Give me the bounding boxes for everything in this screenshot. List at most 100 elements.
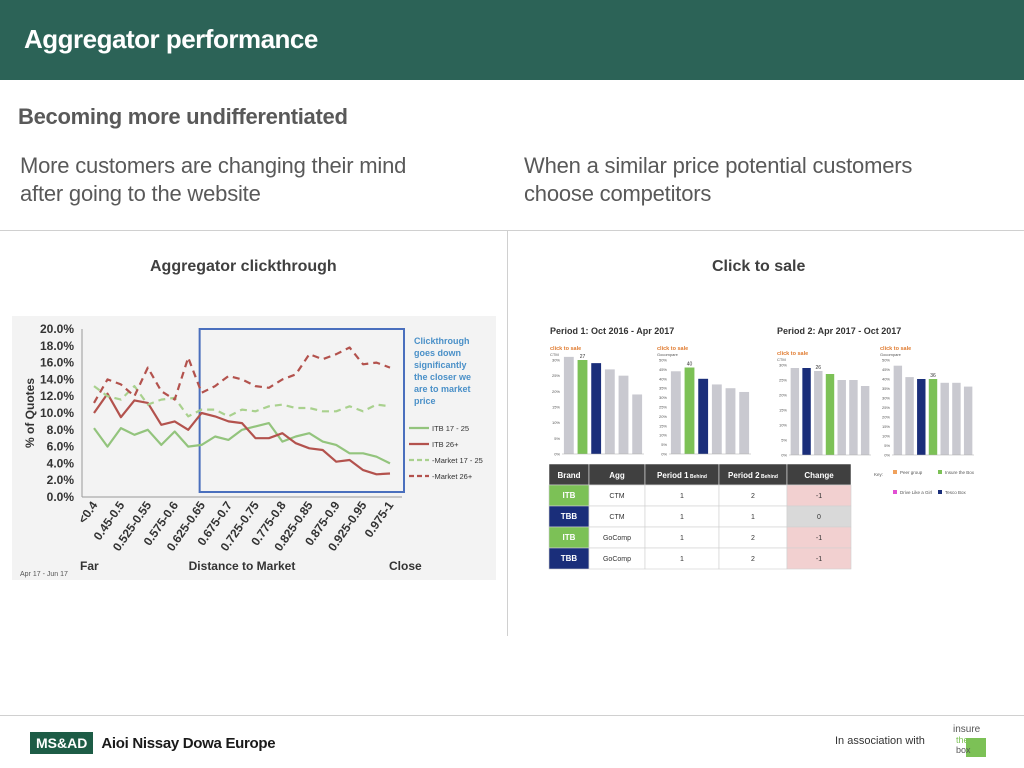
annotation-line: price xyxy=(414,396,436,406)
y-tick-label: 10.0% xyxy=(40,406,74,420)
table-row: ITB GoComp 1 2 -1 xyxy=(548,526,852,549)
mini-bar xyxy=(849,380,858,455)
logo-word: box xyxy=(956,745,971,755)
y-tick-label: 14.0% xyxy=(40,372,74,386)
legend-label: Peer group xyxy=(900,470,923,475)
mini-y-tick: 10% xyxy=(659,433,667,438)
header-suffix: Behind xyxy=(760,474,778,480)
legend-label: Tesco Box xyxy=(945,490,967,495)
mini-y-tick: 20% xyxy=(779,393,787,398)
table-cell-text: 2 xyxy=(751,556,755,563)
mini-y-tick: 10% xyxy=(552,420,560,425)
mini-chart-sub: Gocompare xyxy=(880,352,902,357)
mini-y-tick: 5% xyxy=(781,438,787,443)
legend-swatch xyxy=(938,490,942,494)
table-cell-text: ITB xyxy=(563,533,576,542)
mini-bar-chart: click to saleGocompare50%45%40%35%30%25%… xyxy=(657,346,751,457)
mini-bar xyxy=(670,371,681,454)
legend-key: Key: xyxy=(874,472,883,477)
table-legend: Key: Peer group Insure the Box Drive Like a… xyxy=(874,470,975,495)
period-1-title: Period 1: Oct 2016 - Apr 2017 xyxy=(550,326,674,336)
mini-chart-sub: Gocompare xyxy=(657,352,679,357)
mini-y-tick: 10% xyxy=(779,423,787,428)
y-axis-title: % of Quotes xyxy=(23,378,37,448)
header-text: Agg xyxy=(609,471,625,480)
mini-y-tick: 10% xyxy=(882,434,890,439)
mini-y-tick: 35% xyxy=(659,386,667,391)
x-close-label: Close xyxy=(389,559,422,573)
annotation-line: the closer we xyxy=(414,372,471,382)
table-cell-text: TBB xyxy=(561,554,578,563)
clickthrough-line-chart-svg: 20.0% 18.0% 16.0% 14.0% 12.0% 10.0% 8.0% 6.0% 4.… xyxy=(20,322,483,578)
table-header: Brand Agg Period 1 Behind Period 2 Behind Ch… xyxy=(548,463,852,486)
mini-y-tick: 25% xyxy=(882,405,890,410)
mini-y-tick: 0% xyxy=(554,452,560,457)
mini-y-tick: 40% xyxy=(882,377,890,382)
mini-bar xyxy=(860,386,870,455)
y-tick-label: 2.0% xyxy=(47,473,75,487)
legend-label: Drive Like a Girl xyxy=(900,490,932,495)
company-name: Aioi Nissay Dowa Europe xyxy=(101,734,276,752)
mini-y-tick: 25% xyxy=(779,378,787,383)
annotation-line: are to market xyxy=(414,384,471,394)
table-cell-text: -1 xyxy=(816,535,822,542)
click-to-sale-svg: Period 1: Oct 2016 - Apr 2017 Period 2: A… xyxy=(548,326,975,570)
mini-y-tick: 30% xyxy=(659,395,667,400)
left-heading-line-1: More customers are changing their mind xyxy=(20,153,407,178)
mini-y-tick: 25% xyxy=(659,405,667,410)
x-far-label: Far xyxy=(80,559,99,573)
mini-bar-value: 26 xyxy=(816,365,822,371)
mini-bar xyxy=(814,371,823,455)
mini-y-tick: 40% xyxy=(659,376,667,381)
table-cell-text: -1 xyxy=(816,493,822,500)
x-tick-label: <0.4 xyxy=(75,498,100,526)
legend-label: ITB 26+ xyxy=(432,440,459,449)
section-subtitle: Becoming more undifferentiated xyxy=(18,104,348,129)
logo-word: insure xyxy=(953,724,981,735)
header-banner: Aggregator performance xyxy=(0,0,1024,80)
mini-y-tick: 0% xyxy=(661,452,667,457)
legend-swatch xyxy=(893,470,897,474)
table-row: TBB CTM 1 1 0 xyxy=(548,505,852,528)
x-tick-label: 0.975-1 xyxy=(362,498,397,540)
highlight-box xyxy=(198,328,405,493)
mini-y-tick: 30% xyxy=(779,363,787,368)
mini-y-tick: 45% xyxy=(882,367,890,372)
table-cell-text: GoComp xyxy=(603,535,631,542)
mini-bar xyxy=(952,382,961,455)
mini-bar xyxy=(917,379,926,455)
table-cell-text: -1 xyxy=(816,556,822,563)
mini-bar xyxy=(825,374,835,455)
mini-bar xyxy=(591,363,602,454)
mini-y-tick: 15% xyxy=(552,405,560,410)
y-tick-label: 0.0% xyxy=(47,490,75,504)
chart-title-clickthrough: Aggregator clickthrough xyxy=(150,258,337,275)
right-heading: When a similar price potential customers… xyxy=(524,152,1004,208)
header-label: Brand xyxy=(557,471,580,480)
header-label: Period 1 xyxy=(657,471,689,480)
header-label: Agg xyxy=(609,471,625,480)
y-tick-label: 18.0% xyxy=(40,339,74,353)
mini-y-tick: 5% xyxy=(661,442,667,447)
mini-bar xyxy=(790,368,800,455)
mini-y-tick: 45% xyxy=(659,367,667,372)
mini-bar xyxy=(893,365,903,455)
mini-bar-value: 36 xyxy=(930,373,936,379)
legend-label: Insure the Box xyxy=(945,470,975,475)
legend-label: -Market 26+ xyxy=(432,472,473,481)
divider-top xyxy=(0,230,1024,231)
table-cell-text: CTM xyxy=(609,514,624,521)
mini-y-tick: 5% xyxy=(884,443,890,448)
mini-chart-sub: CTM xyxy=(777,357,786,362)
mini-bar xyxy=(739,391,750,454)
header-label: Period 2 xyxy=(728,471,760,480)
date-range-note: Apr 17 - Jun 17 xyxy=(20,571,68,578)
mini-y-tick: 50% xyxy=(882,358,890,363)
header-label: Change xyxy=(804,471,834,480)
legend-swatch xyxy=(938,470,942,474)
mini-y-tick: 5% xyxy=(554,436,560,441)
left-heading-line-2: after going to the website xyxy=(20,181,261,206)
left-heading: More customers are changing their mind a… xyxy=(20,152,500,208)
right-heading-line-2: choose competitors xyxy=(524,181,712,206)
mini-bar xyxy=(837,380,846,455)
